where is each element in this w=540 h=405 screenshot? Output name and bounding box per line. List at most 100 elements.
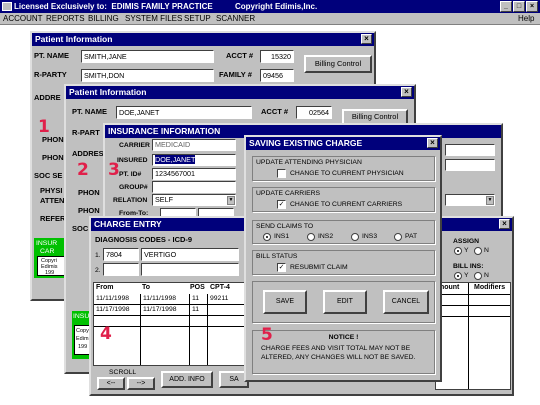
acct-field[interactable]: 15320 bbox=[260, 50, 294, 63]
carrier-label: CARRIER bbox=[119, 142, 150, 149]
scroll-right-button[interactable]: --> bbox=[127, 377, 155, 390]
dx-code-field[interactable]: 7804 bbox=[103, 248, 139, 261]
menu-account[interactable]: ACCOUNT bbox=[3, 14, 43, 24]
table-cell[interactable] bbox=[190, 316, 208, 327]
billing-control-button[interactable]: Billing Control bbox=[304, 55, 372, 73]
table-cell[interactable] bbox=[208, 305, 246, 316]
rparty-label: R-PARTY bbox=[34, 70, 67, 79]
dx-code-field[interactable] bbox=[103, 263, 139, 276]
table-cell[interactable]: 11 bbox=[190, 294, 208, 305]
bill-ins-label: BILL INS: bbox=[453, 263, 484, 270]
rparty-field[interactable]: SMITH,DON bbox=[81, 69, 214, 82]
app-title-bar: Licensed Exclusively to: EDIMIS FAMILY P… bbox=[0, 0, 540, 13]
resubmit-label: RESUBMIT CLAIM bbox=[290, 264, 348, 271]
menu-scanner[interactable]: SCANNER bbox=[216, 14, 255, 24]
menu-reports[interactable]: REPORTS bbox=[46, 14, 85, 24]
phone-label: PHON bbox=[78, 188, 100, 197]
change-physician-checkbox[interactable] bbox=[277, 169, 286, 178]
family-label: FAMILY # bbox=[219, 70, 252, 79]
step-marker-5: 5 bbox=[261, 325, 273, 345]
address-label: ADDRE bbox=[34, 93, 61, 102]
bill-status-label: BILL STATUS bbox=[256, 253, 298, 260]
phone-label: PHON bbox=[78, 206, 100, 215]
chevron-down-icon[interactable]: ▼ bbox=[227, 196, 235, 205]
table-cell[interactable] bbox=[208, 316, 246, 327]
table-cell[interactable]: 11/17/1998 bbox=[94, 305, 141, 316]
pat-radio[interactable] bbox=[394, 233, 402, 241]
window-title: SAVING EXISTING CHARGE bbox=[246, 137, 440, 150]
change-carriers-checkbox[interactable]: ✓ bbox=[277, 200, 286, 209]
dx-number: 1. bbox=[95, 252, 101, 259]
insured-field[interactable]: DOE,JANET bbox=[152, 154, 236, 166]
table-cell[interactable] bbox=[208, 327, 246, 365]
notice-title: NOTICE ! bbox=[328, 334, 359, 341]
dx-description-field[interactable] bbox=[141, 263, 239, 276]
saving-existing-charge-dialog: SAVING EXISTING CHARGE × UPDATE ATTENDIN… bbox=[244, 135, 442, 382]
close-icon[interactable]: × bbox=[401, 87, 412, 97]
group-field[interactable] bbox=[152, 181, 236, 193]
menu-help[interactable]: Help bbox=[518, 14, 534, 24]
table-cell[interactable]: 99211 bbox=[208, 294, 246, 305]
assign-yes-radio[interactable] bbox=[454, 247, 462, 255]
action-buttons-group: SAVE EDIT CANCEL bbox=[252, 281, 435, 323]
bill-ins-yes-radio[interactable] bbox=[454, 272, 462, 280]
col-header-cpt4: CPT-4 bbox=[210, 284, 230, 291]
close-icon[interactable]: × bbox=[427, 138, 438, 148]
add-info-button[interactable]: ADD. INFO bbox=[161, 371, 213, 388]
close-icon[interactable]: × bbox=[361, 34, 372, 44]
acct-field[interactable]: 02564 bbox=[296, 106, 332, 119]
step-marker-1: 1 bbox=[38, 117, 50, 137]
bill-status-group: BILL STATUS ✓ RESUBMIT CLAIM bbox=[252, 250, 435, 275]
menu-system-files[interactable]: SYSTEM FILES bbox=[125, 14, 182, 24]
right-field[interactable] bbox=[445, 144, 495, 156]
close-icon[interactable]: × bbox=[499, 219, 510, 229]
attending-label: ATTEN bbox=[40, 196, 65, 205]
save-button[interactable]: SAVE bbox=[263, 290, 307, 314]
right-field[interactable] bbox=[445, 159, 495, 171]
relation-label: RELATION bbox=[113, 197, 148, 204]
chevron-down-icon[interactable]: ▼ bbox=[486, 196, 494, 205]
table-cell[interactable] bbox=[141, 316, 190, 327]
table-cell[interactable]: 11/17/1998 bbox=[141, 305, 190, 316]
table-cell[interactable]: 11/11/1998 bbox=[94, 294, 141, 305]
window-title: Patient Information bbox=[32, 33, 374, 46]
ins2-radio[interactable] bbox=[307, 233, 315, 241]
diagnosis-codes-label: DIAGNOSIS CODES - ICD-9 bbox=[95, 235, 193, 244]
table-cell[interactable] bbox=[190, 327, 208, 365]
pt-id-field[interactable]: 1234567001 bbox=[152, 168, 236, 180]
relation-select[interactable]: SELF bbox=[152, 194, 236, 206]
menu-billing[interactable]: BILLING bbox=[88, 14, 119, 24]
notice-box: NOTICE ! CHARGE FEES AND VISIT TOTAL MAY… bbox=[252, 330, 435, 374]
cancel-button[interactable]: CANCEL bbox=[383, 290, 429, 314]
address-label: ADDRES bbox=[72, 149, 104, 158]
pt-name-field[interactable]: SMITH,JANE bbox=[81, 50, 214, 63]
update-carriers-group: UPDATE CARRIERS ✓ CHANGE TO CURRENT CARR… bbox=[252, 187, 435, 212]
table-cell[interactable] bbox=[141, 327, 190, 365]
resubmit-checkbox[interactable]: ✓ bbox=[277, 263, 286, 272]
update-physician-group: UPDATE ATTENDING PHYSICIAN CHANGE TO CUR… bbox=[252, 156, 435, 181]
assign-no-radio[interactable] bbox=[474, 247, 482, 255]
assign-label: ASSIGN bbox=[453, 238, 480, 245]
table-cell[interactable]: 11/11/1998 bbox=[141, 294, 190, 305]
col-header-modifiers: Modifiers bbox=[474, 284, 506, 291]
app-icon[interactable] bbox=[2, 2, 12, 11]
table-cell[interactable]: 11 bbox=[190, 305, 208, 316]
minimize-button[interactable]: _ bbox=[500, 1, 512, 12]
dx-number: 2. bbox=[95, 267, 101, 274]
bill-ins-no-radio[interactable] bbox=[474, 272, 482, 280]
ins1-radio[interactable] bbox=[263, 233, 271, 241]
pt-id-label: PT. ID# bbox=[119, 171, 142, 178]
ins3-radio[interactable] bbox=[351, 233, 359, 241]
update-physician-label: UPDATE ATTENDING PHYSICIAN bbox=[256, 159, 362, 166]
pt-name-field[interactable]: DOE,JANET bbox=[116, 106, 252, 119]
col-header-pos: POS bbox=[190, 284, 205, 291]
family-field[interactable]: 09456 bbox=[260, 69, 294, 82]
dx-description-field[interactable]: VERTIGO bbox=[141, 248, 239, 261]
maximize-button[interactable]: □ bbox=[513, 1, 525, 12]
edit-button[interactable]: EDIT bbox=[323, 290, 367, 314]
acct-label: ACCT # bbox=[226, 51, 254, 60]
menu-setup[interactable]: SETUP bbox=[184, 14, 211, 24]
close-app-button[interactable]: × bbox=[526, 1, 538, 12]
scroll-left-button[interactable]: <-- bbox=[97, 377, 125, 390]
carrier-field[interactable]: MEDICAID bbox=[152, 139, 236, 151]
